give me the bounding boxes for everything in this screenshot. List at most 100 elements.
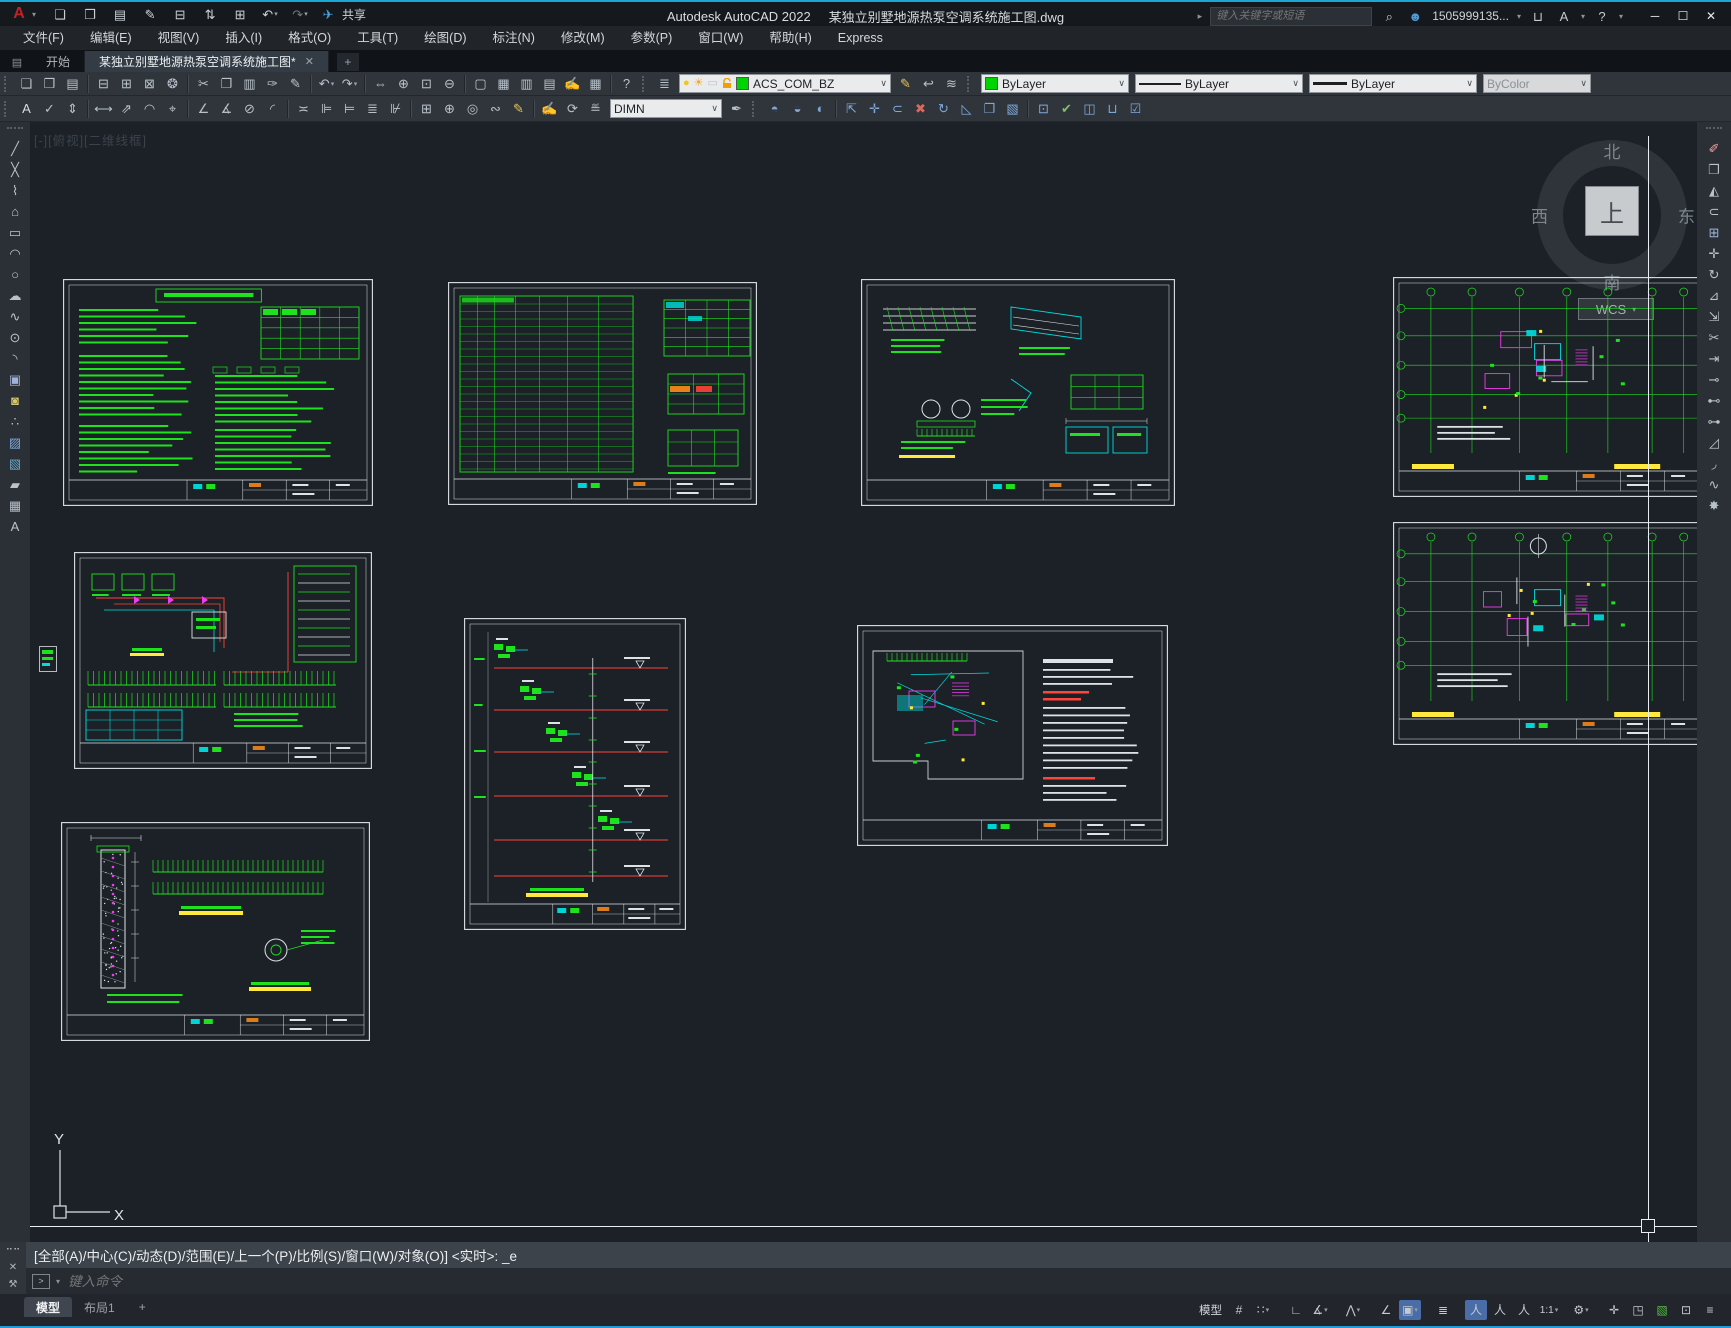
copy-icon[interactable]: ❐ <box>1702 160 1726 180</box>
grid-display-icon[interactable]: # <box>1228 1300 1250 1320</box>
model-space-button[interactable]: 模型 <box>1195 1302 1226 1318</box>
match-properties-icon[interactable]: ✑ <box>261 74 284 94</box>
dim-centermark-icon[interactable]: ⊕ <box>438 99 461 119</box>
save-icon[interactable]: ▤ <box>61 74 84 94</box>
help-icon[interactable]: ? <box>615 74 638 94</box>
command-options-icon[interactable]: > <box>32 1273 50 1289</box>
new-tab-button[interactable]: + <box>336 53 359 71</box>
search-collapse-arrow[interactable]: ▸ <box>1198 11 1203 22</box>
solid-subtract-icon[interactable]: ◒ <box>786 99 809 119</box>
menu-item-2[interactable]: 视图(V) <box>145 26 213 50</box>
dim-baseline-icon[interactable]: ⊫ <box>315 99 338 119</box>
point-icon[interactable]: ∴ <box>3 412 27 432</box>
chamfer-icon[interactable]: ◿ <box>1702 433 1726 453</box>
layer-properties-icon[interactable]: ≣ <box>653 74 676 94</box>
undo-icon[interactable]: ↶ ▾ <box>315 74 338 94</box>
publish-icon[interactable]: ⊠ <box>138 74 161 94</box>
plot-icon[interactable]: ⊟ <box>92 74 115 94</box>
menu-item-3[interactable]: 插入(I) <box>212 26 275 50</box>
dim-angular-icon[interactable]: ∠ <box>192 99 215 119</box>
make-block-icon[interactable]: ◙ <box>3 391 27 411</box>
toolbar-grip[interactable] <box>967 75 974 92</box>
undo-icon[interactable]: ↶ ▾ <box>260 5 280 23</box>
object-snap-icon[interactable]: ▣ ▾ <box>1399 1300 1421 1320</box>
menu-item-10[interactable]: 窗口(W) <box>685 26 756 50</box>
dim-update-icon[interactable]: ⟳ <box>561 99 584 119</box>
dim-style-apply-icon[interactable]: ✒ <box>725 99 748 119</box>
hardware-acceleration-icon[interactable]: ▧ <box>1651 1300 1673 1320</box>
polyline-icon[interactable]: ⌇ <box>3 181 27 201</box>
account-dropdown-arrow[interactable]: ▾ <box>1517 12 1521 21</box>
dim-angular2-icon[interactable]: ∡ <box>215 99 238 119</box>
lineweight-display-icon[interactable]: ≣ <box>1432 1300 1454 1320</box>
edit-block-icon[interactable]: ✎ <box>284 74 307 94</box>
fillet-icon[interactable]: ◞ <box>1702 454 1726 474</box>
toolbar-grip[interactable] <box>752 100 759 117</box>
quickcalc-icon[interactable]: ▦ <box>584 74 607 94</box>
ortho-mode-icon[interactable]: ∟ <box>1285 1300 1307 1320</box>
new-file-icon[interactable]: ❏ <box>50 5 70 23</box>
circle-icon[interactable]: ○ <box>3 265 27 285</box>
search-input[interactable] <box>1210 6 1373 26</box>
paste-icon[interactable]: ▥ <box>238 74 261 94</box>
line-icon[interactable]: ╱ <box>3 139 27 159</box>
file-tabs-menu-icon[interactable]: ▤ <box>6 53 28 71</box>
menu-item-1[interactable]: 编辑(E) <box>77 26 145 50</box>
offset-faces-icon[interactable]: ⊂ <box>886 99 909 119</box>
menu-item-8[interactable]: 修改(M) <box>548 26 618 50</box>
cmdline-customize-icon[interactable]: ⚒ <box>4 1278 22 1292</box>
mtext-icon[interactable]: A <box>3 517 27 537</box>
open-icon[interactable]: ❒ <box>38 74 61 94</box>
plot-preview-icon[interactable]: ⊞ <box>115 74 138 94</box>
join-icon[interactable]: ⊶ <box>1702 412 1726 432</box>
rotate-faces-icon[interactable]: ↻ <box>932 99 955 119</box>
array-icon[interactable]: ⊞ <box>1702 223 1726 243</box>
polar-tracking-icon[interactable]: ∡ ▾ <box>1309 1300 1331 1320</box>
help-icon[interactable]: ? <box>1593 7 1611 25</box>
publish-web-icon[interactable]: ❂ <box>161 74 184 94</box>
dim-inspect-icon[interactable]: ◎ <box>461 99 484 119</box>
dim-jogged-icon[interactable]: ∾ <box>484 99 507 119</box>
account-id[interactable]: 1505999135... <box>1432 9 1509 23</box>
compass-east[interactable]: 东 <box>1678 203 1695 228</box>
shell-solid-icon[interactable]: ⊔ <box>1101 99 1124 119</box>
gradient-icon[interactable]: ▧ <box>3 454 27 474</box>
offset-icon[interactable]: ⊂ <box>1702 202 1726 222</box>
toolbar-grip[interactable] <box>4 100 11 117</box>
graphics-performance-icon[interactable]: ◳ <box>1627 1300 1649 1320</box>
menu-item-0[interactable]: 文件(F) <box>10 26 77 50</box>
revision-cloud-icon[interactable]: ☁ <box>3 286 27 306</box>
tab-start[interactable]: 开始 <box>32 51 86 72</box>
insert-block-icon[interactable]: ▣ <box>3 370 27 390</box>
erase-icon[interactable]: ✐ <box>1702 139 1726 159</box>
add-layout-button[interactable]: + <box>127 1297 158 1317</box>
dim-style-icon[interactable]: ≝ <box>584 99 607 119</box>
extend-icon[interactable]: ⇥ <box>1702 349 1726 369</box>
dim-aligned-icon[interactable]: ⇗ <box>115 99 138 119</box>
explode-icon[interactable]: ✸ <box>1702 496 1726 516</box>
move-faces-icon[interactable]: ✛ <box>863 99 886 119</box>
designcenter-icon[interactable]: ▦ <box>492 74 515 94</box>
scale-icon[interactable]: ⊿ <box>1702 286 1726 306</box>
command-options-arrow[interactable]: ▾ <box>56 1277 60 1286</box>
linetype-combo[interactable]: ByLayer ∨ <box>1135 74 1303 93</box>
mobile-sync-icon[interactable]: ⇅ <box>200 5 220 23</box>
taper-faces-icon[interactable]: ◺ <box>955 99 978 119</box>
blend-curves-icon[interactable]: ∿ <box>1702 475 1726 495</box>
snap-mode-icon[interactable]: ∷ ▾ <box>1252 1300 1274 1320</box>
arc-icon[interactable]: ◠ <box>3 244 27 264</box>
isometric-drafting-icon[interactable]: ⋀ ▾ <box>1342 1300 1364 1320</box>
isolate-objects-icon[interactable]: ✛ <box>1603 1300 1625 1320</box>
share-label[interactable]: 共享 <box>342 6 366 23</box>
annotation-visibility-icon[interactable]: 人 <box>1465 1300 1487 1320</box>
dim-diameter-icon[interactable]: ⊘ <box>238 99 261 119</box>
toolbar-grip[interactable] <box>642 75 649 92</box>
polygon-icon[interactable]: ⌂ <box>3 202 27 222</box>
cut-icon[interactable]: ✂ <box>192 74 215 94</box>
compass-north[interactable]: 北 <box>1604 138 1621 163</box>
autocad-logo-menu[interactable]: A <box>6 4 32 24</box>
app-store-cart-icon[interactable]: ⊔ <box>1529 7 1547 25</box>
hatch-icon[interactable]: ▨ <box>3 433 27 453</box>
minimize-button[interactable]: ─ <box>1641 6 1669 26</box>
copy-faces-icon[interactable]: ❐ <box>978 99 1001 119</box>
